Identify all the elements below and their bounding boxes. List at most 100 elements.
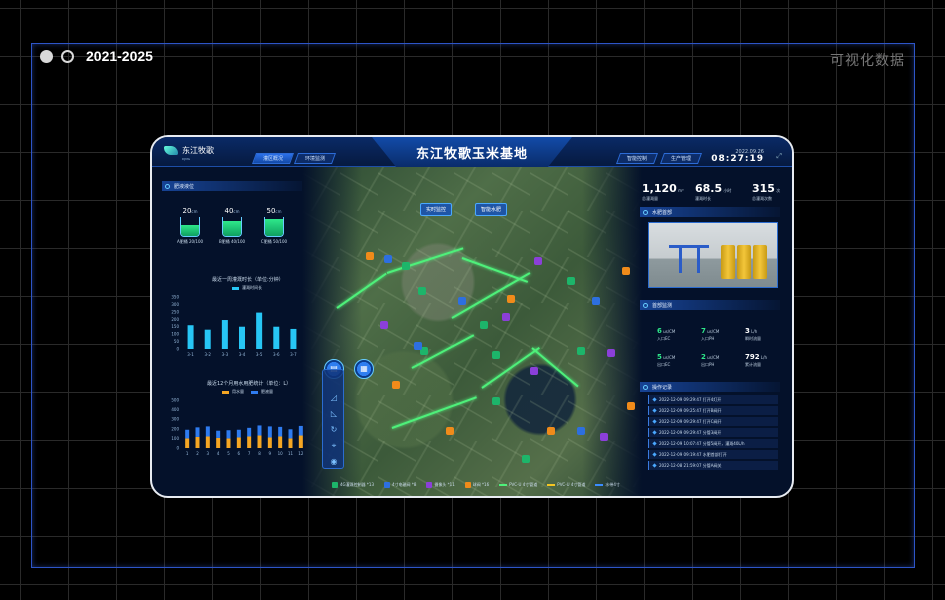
metric-label: 瞬时流量 bbox=[745, 336, 761, 341]
x-tick-label: 11 bbox=[288, 451, 294, 456]
stat-value: 68.5 bbox=[695, 182, 723, 195]
stacked-bar-segment bbox=[216, 437, 221, 448]
valve-marker-icon[interactable] bbox=[577, 427, 585, 435]
log-entry[interactable]: 2022-12-09 09:29:47 打开4灯开 bbox=[648, 395, 778, 404]
valve-marker-icon[interactable] bbox=[592, 297, 600, 305]
chart1-legend: 灌溉时间长 bbox=[232, 285, 262, 291]
stat-label: 灌溉时长 bbox=[695, 196, 711, 201]
log-entry[interactable]: 2022-12-09 09:25:47 打开B阀开 bbox=[648, 406, 778, 415]
rotate-icon[interactable]: ↻ bbox=[328, 424, 340, 436]
controller-marker-icon[interactable] bbox=[418, 287, 426, 295]
smart-fertigation-button[interactable]: 智能水肥 bbox=[475, 203, 508, 216]
nav-tab-production[interactable]: 生产管理 bbox=[659, 153, 703, 164]
ball-valve-marker-icon[interactable] bbox=[366, 252, 374, 260]
legend-device-icon bbox=[332, 482, 338, 488]
metric-label: 累计流量 bbox=[745, 362, 761, 367]
fertilizer-tank: 20cm A肥桶 20/100 bbox=[174, 207, 206, 245]
photo-tank bbox=[737, 245, 751, 279]
ball-valve-marker-icon[interactable] bbox=[622, 267, 630, 275]
log-entry[interactable]: 2022-12-09 09:29:47 打开C阀开 bbox=[648, 417, 778, 426]
legend-label: 灌溉时间长 bbox=[242, 285, 262, 290]
stacked-bar-segment bbox=[257, 425, 262, 436]
expand-icon[interactable]: ⤢ bbox=[776, 152, 782, 161]
weekly-irrigation-chart: 0 50 100 150 200 250 300 350 3-1 3-2 3-3 3-4 3-5 3-6 3… bbox=[171, 295, 297, 358]
y-tick-label: 300 bbox=[171, 302, 179, 307]
fertilizer-tank: 50cm C肥桶 50/100 bbox=[258, 207, 290, 245]
valve-marker-icon[interactable] bbox=[458, 297, 466, 305]
stacked-bar-segment bbox=[257, 435, 262, 448]
ball-valve-marker-icon[interactable] bbox=[507, 295, 515, 303]
tank-value: 50cm bbox=[266, 207, 282, 215]
legend-item: 4G灌溉控制器 *13 bbox=[332, 482, 374, 488]
metric-unit: L/h bbox=[759, 355, 768, 360]
monthly-usage-chart: 01002003004005001 2 3 4 5 6 7 8 9 10 11 12 bbox=[171, 398, 303, 457]
map-grid-icon[interactable]: ▦ bbox=[354, 359, 374, 379]
year-header: 2021-2025 bbox=[40, 48, 153, 64]
log-entry[interactable]: 2022-12-09 09:19:47 水肥首部打开 bbox=[648, 450, 778, 459]
legend-item-label: PVC-U 4寸管道 bbox=[509, 482, 538, 487]
camera-marker-icon[interactable] bbox=[380, 321, 388, 329]
summary-stat: 315 次总灌溉次数 bbox=[752, 179, 780, 201]
controller-marker-icon[interactable] bbox=[480, 321, 488, 329]
legend-item: 摄像头 *11 bbox=[426, 482, 455, 488]
stacked-bar-segment bbox=[288, 429, 293, 439]
nav-tab-control[interactable]: 智能控制 bbox=[615, 153, 659, 164]
nav-tab-overview[interactable]: 灌区概况 bbox=[251, 153, 295, 164]
nav-tab-label: 灌区概况 bbox=[262, 156, 283, 162]
valve-marker-icon[interactable] bbox=[414, 342, 422, 350]
ball-valve-marker-icon[interactable] bbox=[446, 427, 454, 435]
photo-tank bbox=[753, 245, 767, 279]
legend-item-label: 摄像头 *11 bbox=[434, 482, 455, 487]
controller-marker-icon[interactable] bbox=[402, 262, 410, 270]
stat-unit: 小时 bbox=[722, 188, 732, 193]
eye-icon[interactable]: ◉ bbox=[328, 456, 340, 468]
stacked-bar-segment bbox=[185, 429, 190, 439]
x-tick-label: 5 bbox=[227, 451, 230, 456]
legend-item-label: 球阀 *16 bbox=[472, 482, 490, 487]
bar bbox=[290, 328, 297, 349]
tank-icon bbox=[264, 217, 284, 237]
x-tick-label: 3 bbox=[207, 451, 210, 456]
panel-title-tanks: 肥液液位 bbox=[162, 181, 302, 191]
y-tick-label: 0 bbox=[176, 347, 179, 352]
log-entry[interactable]: 2022-12-09 10:07:47 分管5阀开，灌溉40L/h bbox=[648, 439, 778, 448]
datetime: 2022.09.26 08:27:19 bbox=[711, 150, 764, 164]
measure-angle-icon[interactable]: ◿ bbox=[328, 392, 340, 404]
stacked-bar-segment bbox=[278, 436, 283, 448]
controller-marker-icon[interactable] bbox=[567, 277, 575, 285]
log-entry[interactable]: 2022-12-08 21:59:07 分管A阀关 bbox=[648, 461, 778, 470]
legend-item: PVC-U 4寸管道 bbox=[547, 482, 585, 488]
controller-marker-icon[interactable] bbox=[577, 347, 585, 355]
ball-valve-marker-icon[interactable] bbox=[627, 402, 635, 410]
camera-marker-icon[interactable] bbox=[530, 367, 538, 375]
legend-swatch bbox=[222, 390, 229, 394]
y-tick-label: 200 bbox=[171, 426, 179, 431]
metric-unit: us/CM bbox=[705, 355, 720, 360]
stat-label: 总灌溉量 bbox=[642, 196, 658, 201]
x-tick-label: 3-7 bbox=[290, 352, 297, 357]
camera-marker-icon[interactable] bbox=[534, 257, 542, 265]
controller-marker-icon[interactable] bbox=[492, 351, 500, 359]
bar bbox=[256, 312, 263, 349]
camera-marker-icon[interactable] bbox=[607, 349, 615, 357]
log-entry[interactable]: 2022-12-09 09:29:47 分管3阀开 bbox=[648, 428, 778, 437]
legend-label: 用水量 bbox=[232, 389, 244, 394]
legend-device-icon bbox=[426, 482, 433, 488]
controller-marker-icon[interactable] bbox=[492, 397, 500, 405]
valve-marker-icon[interactable] bbox=[384, 255, 392, 263]
ball-valve-marker-icon[interactable] bbox=[547, 427, 555, 435]
realtime-monitor-button[interactable]: 实时监控 bbox=[420, 203, 453, 216]
head-metric: 2 us/CM 出口PH bbox=[701, 346, 719, 367]
nav-tab-environment[interactable]: 环境监测 bbox=[293, 153, 337, 164]
camera-marker-icon[interactable] bbox=[502, 313, 510, 321]
controller-marker-icon[interactable] bbox=[522, 455, 530, 463]
map-fade-right bbox=[582, 165, 642, 496]
ball-valve-marker-icon[interactable] bbox=[392, 381, 400, 389]
measure-area-icon[interactable]: ◺ bbox=[328, 408, 340, 420]
tank-icon bbox=[222, 217, 242, 237]
y-tick-label: 350 bbox=[171, 295, 179, 300]
panel-icon bbox=[165, 183, 170, 189]
stacked-bar-segment bbox=[236, 429, 241, 438]
locate-icon[interactable]: ⌖ bbox=[328, 440, 340, 452]
camera-marker-icon[interactable] bbox=[600, 433, 608, 441]
